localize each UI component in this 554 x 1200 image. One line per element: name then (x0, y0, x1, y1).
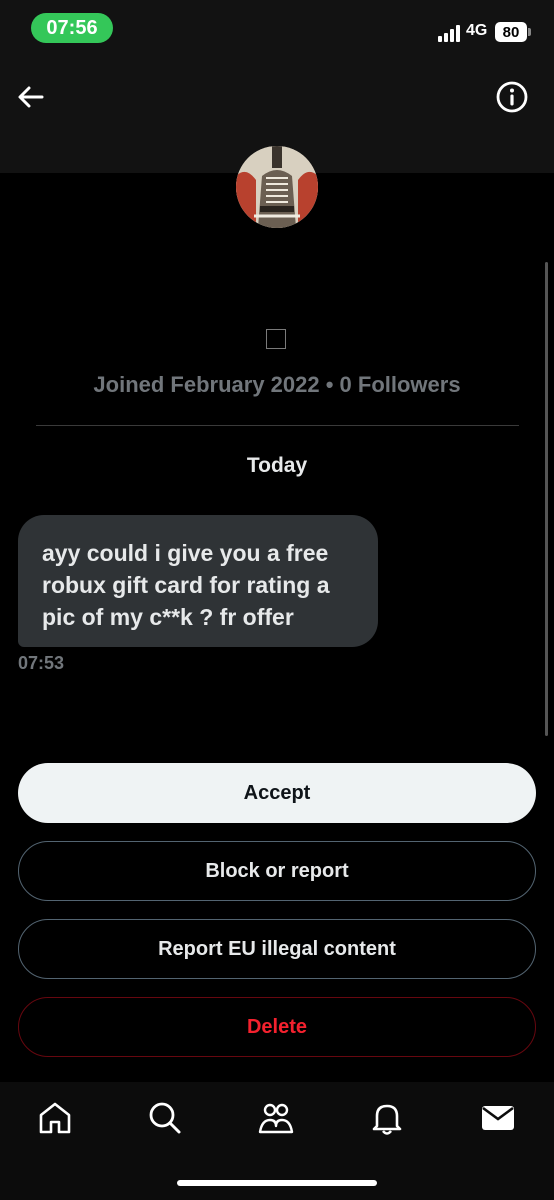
communities-icon (258, 1103, 294, 1134)
avatar[interactable] (236, 146, 318, 228)
accept-button[interactable]: Accept (18, 763, 536, 823)
battery-tip (528, 28, 531, 36)
avatar-artwork (236, 146, 318, 228)
info-button[interactable] (495, 80, 529, 114)
scrollbar[interactable] (545, 262, 548, 736)
search-icon (149, 1102, 181, 1134)
tab-home[interactable] (35, 1098, 75, 1138)
messages-icon (482, 1106, 514, 1130)
tab-messages[interactable] (478, 1098, 518, 1138)
home-icon (39, 1102, 71, 1134)
notifications-icon (372, 1104, 402, 1135)
profile-joined-info: Joined February 2022 • 0 Followers (93, 372, 461, 397)
tab-notifications[interactable] (367, 1098, 407, 1138)
battery-icon: 80 (495, 22, 527, 42)
network-label: 4G (466, 22, 488, 39)
report-eu-content-button[interactable]: Report EU illegal content (18, 919, 536, 979)
divider (36, 425, 519, 426)
home-indicator[interactable] (177, 1180, 377, 1186)
placeholder-square-icon (266, 329, 286, 349)
status-bar: 07:56 4G 80 (0, 0, 554, 58)
back-button[interactable] (14, 80, 48, 114)
arrow-left-icon (18, 86, 44, 108)
status-time: 07:56 (31, 13, 113, 43)
tab-communities[interactable] (256, 1098, 296, 1138)
message-timestamp: 07:53 (18, 653, 65, 673)
date-separator: Today (246, 454, 308, 477)
block-or-report-button[interactable]: Block or report (18, 841, 536, 901)
tab-search[interactable] (145, 1098, 185, 1138)
delete-button[interactable]: Delete (18, 997, 536, 1057)
message-bubble[interactable]: ayy could i give you a free robux gift c… (18, 515, 378, 647)
info-icon (496, 81, 528, 113)
signal-icon (438, 24, 462, 42)
